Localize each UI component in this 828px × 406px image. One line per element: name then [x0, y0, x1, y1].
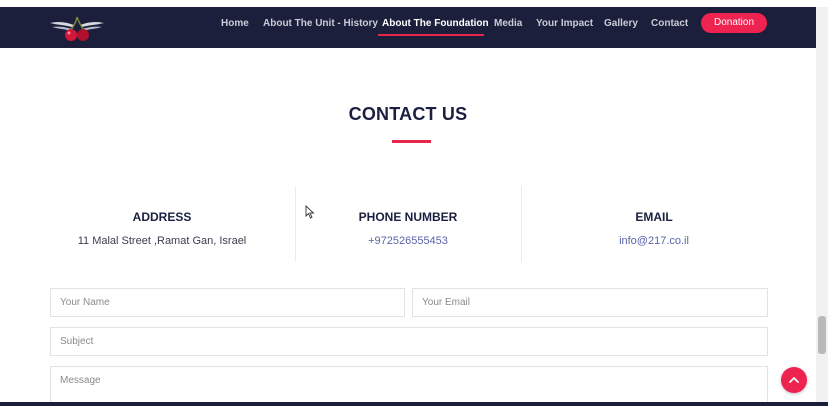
- chevron-up-icon: [789, 377, 799, 383]
- mouse-pointer-icon: [305, 204, 315, 219]
- address-heading: ADDRESS: [132, 210, 192, 224]
- title-accent-bar: [392, 140, 431, 143]
- your-name-input[interactable]: [50, 288, 405, 317]
- info-divider-1: [295, 186, 296, 262]
- nav-link-about-unit-history[interactable]: About The Unit - History: [263, 18, 378, 36]
- page-scrollbar-thumb[interactable]: [818, 316, 826, 354]
- nav-link-home[interactable]: Home: [221, 18, 249, 36]
- subject-input[interactable]: [50, 327, 768, 356]
- browser-top-strip: [0, 0, 828, 7]
- info-divider-2: [521, 186, 522, 262]
- address-value: 11 Malal Street ,Ramat Gan, Israel: [77, 235, 247, 247]
- phone-link[interactable]: +972526555453: [308, 235, 508, 247]
- back-to-top-button[interactable]: [781, 367, 807, 393]
- browser-bottom-strip: [0, 402, 828, 406]
- active-nav-underline: [378, 34, 484, 36]
- nav-link-media[interactable]: Media: [494, 18, 522, 36]
- donation-button[interactable]: Donation: [701, 13, 767, 33]
- your-email-input[interactable]: [412, 288, 768, 317]
- nav-link-contact[interactable]: Contact: [651, 18, 688, 36]
- cherry-wings-logo-icon[interactable]: [48, 11, 106, 45]
- message-textarea[interactable]: [50, 366, 768, 406]
- contact-us-title: CONTACT US: [348, 104, 468, 124]
- nav-link-your-impact[interactable]: Your Impact: [536, 18, 593, 36]
- top-navbar: Home About The Unit - History About The …: [0, 7, 816, 48]
- email-link[interactable]: info@217.co.il: [554, 235, 754, 247]
- email-heading: EMAIL: [635, 210, 673, 224]
- phone-heading: PHONE NUMBER: [358, 210, 458, 224]
- nav-link-gallery[interactable]: Gallery: [604, 18, 638, 36]
